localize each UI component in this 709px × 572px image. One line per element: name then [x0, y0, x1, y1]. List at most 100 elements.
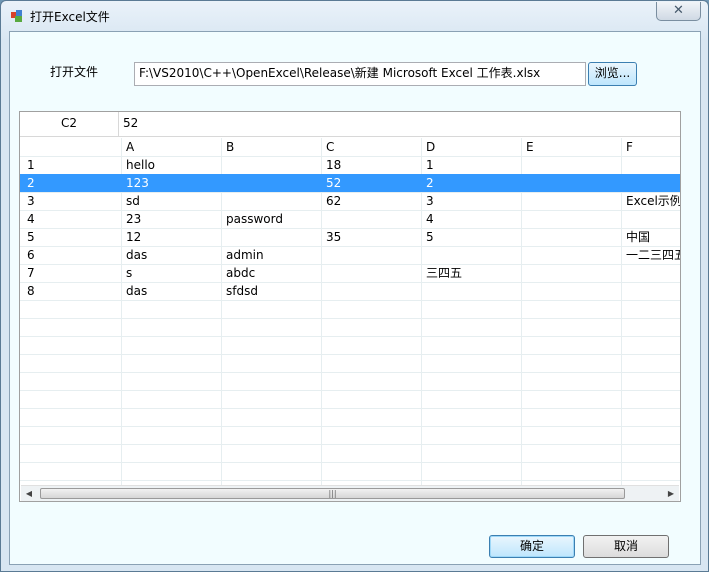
grid-cell[interactable] — [220, 156, 320, 174]
row-divider — [20, 372, 680, 373]
grid-cell[interactable]: hello — [120, 156, 220, 174]
table-row[interactable]: 8 das sfdsd — [20, 282, 680, 300]
open-file-label: 打开文件 — [50, 65, 99, 79]
grid-cell[interactable]: das — [120, 282, 220, 300]
grid-cell[interactable]: 1 — [21, 156, 121, 174]
grid-cell[interactable] — [620, 210, 680, 228]
row-divider — [20, 336, 680, 337]
grid-cell[interactable] — [420, 246, 520, 264]
grid-cell[interactable]: 52 — [320, 174, 420, 192]
browse-button[interactable]: 浏览... — [588, 62, 637, 86]
grid-cell[interactable] — [520, 282, 620, 300]
excel-grid[interactable]: C2 52 A B C D E F 1 hello 18 1 2 123 52 2 3 sd 62 3 Excel示… — [19, 111, 681, 502]
grid-cell[interactable] — [520, 174, 620, 192]
grid-cell[interactable] — [520, 192, 620, 210]
table-row[interactable]: 3 sd 62 3 Excel示例 — [20, 192, 680, 210]
excel-app-icon — [11, 10, 22, 22]
grid-cell[interactable]: 5 — [21, 228, 121, 246]
scroll-right-arrow-icon[interactable]: ▶ — [663, 486, 679, 501]
column-header[interactable]: A — [120, 138, 220, 156]
grid-cell[interactable]: 中国 — [620, 228, 680, 246]
grid-cell[interactable] — [220, 174, 320, 192]
column-header[interactable]: D — [420, 138, 520, 156]
grid-cell[interactable]: das — [120, 246, 220, 264]
ok-button[interactable]: 确定 — [489, 535, 575, 558]
grid-cell[interactable]: 4 — [420, 210, 520, 228]
grid-cell[interactable] — [420, 282, 520, 300]
title-bar[interactable]: 打开Excel文件 ✕ — [1, 1, 708, 31]
grid-cell[interactable] — [620, 174, 680, 192]
grid-cell[interactable]: s — [120, 264, 220, 282]
row-divider — [20, 318, 680, 319]
grid-cell[interactable]: 12 — [120, 228, 220, 246]
grid-cell[interactable]: admin — [220, 246, 320, 264]
horizontal-scrollbar[interactable]: ◀ ||| ▶ — [21, 485, 679, 501]
grid-cell[interactable]: 5 — [420, 228, 520, 246]
scroll-thumb[interactable]: ||| — [40, 488, 625, 499]
grid-cell[interactable]: 35 — [320, 228, 420, 246]
grid-cell[interactable]: sfdsd — [220, 282, 320, 300]
grid-cell[interactable]: 6 — [21, 246, 121, 264]
table-row[interactable]: 5 12 35 5 中国 — [20, 228, 680, 246]
column-header[interactable]: E — [520, 138, 620, 156]
grid-cell[interactable]: password — [220, 210, 320, 228]
grid-cell[interactable]: 2 — [420, 174, 520, 192]
grid-cell[interactable]: 1 — [420, 156, 520, 174]
column-header[interactable] — [21, 138, 121, 156]
column-header[interactable]: B — [220, 138, 320, 156]
grid-cell[interactable] — [620, 282, 680, 300]
grid-cell[interactable] — [320, 246, 420, 264]
row-divider — [20, 390, 680, 391]
grid-cell[interactable] — [620, 264, 680, 282]
close-button[interactable]: ✕ — [656, 2, 701, 21]
grid-cell[interactable] — [320, 282, 420, 300]
cancel-button[interactable]: 取消 — [583, 535, 669, 558]
table-row[interactable]: 1 hello 18 1 — [20, 156, 680, 174]
row-divider — [20, 300, 680, 301]
grid-cell[interactable]: abdc — [220, 264, 320, 282]
grid-cell[interactable] — [620, 156, 680, 174]
scroll-grip-icon: ||| — [328, 489, 337, 498]
grid-cell[interactable]: 一二三四五 — [620, 246, 680, 264]
column-header[interactable]: F — [620, 138, 680, 156]
grid-cell[interactable]: sd — [120, 192, 220, 210]
table-row[interactable]: 4 23 password 4 — [20, 210, 680, 228]
grid-cell[interactable]: 4 — [21, 210, 121, 228]
header-row[interactable]: ABCDEF — [20, 138, 680, 156]
row-divider — [20, 408, 680, 409]
grid-cell[interactable]: 2 — [21, 174, 121, 192]
file-path-input[interactable]: F:\VS2010\C++\OpenExcel\Release\新建 Micro… — [134, 62, 586, 86]
window-title: 打开Excel文件 — [30, 10, 110, 24]
grid-cell[interactable] — [320, 210, 420, 228]
grid-cell[interactable]: 3 — [420, 192, 520, 210]
grid-cell[interactable] — [220, 192, 320, 210]
sheet-area[interactable]: A B C D E F 1 hello 18 1 2 123 52 2 3 sd 62 3 Excel示例 4 23 pa… — [20, 138, 680, 485]
grid-cell[interactable]: 3 — [21, 192, 121, 210]
grid-cell[interactable] — [520, 228, 620, 246]
column-header[interactable]: C — [320, 138, 420, 156]
row-divider — [20, 480, 680, 481]
grid-cell[interactable]: 18 — [320, 156, 420, 174]
cell-info-bar: C2 52 — [20, 112, 680, 137]
grid-cell[interactable]: 23 — [120, 210, 220, 228]
table-row[interactable]: 7 s abdc 三四五 — [20, 264, 680, 282]
grid-cell[interactable] — [520, 210, 620, 228]
grid-cell[interactable] — [220, 228, 320, 246]
table-row[interactable]: 2 123 52 2 — [20, 174, 680, 192]
table-row[interactable]: 6dasadmin 一二三四五 — [20, 246, 680, 264]
row-divider — [20, 444, 680, 445]
grid-cell[interactable]: 8 — [21, 282, 121, 300]
grid-cell[interactable] — [520, 246, 620, 264]
grid-cell[interactable]: 62 — [320, 192, 420, 210]
grid-cell[interactable] — [520, 156, 620, 174]
scroll-left-arrow-icon[interactable]: ◀ — [21, 486, 37, 501]
grid-cell[interactable]: Excel示例 — [620, 192, 680, 210]
cell-value: 52 — [123, 116, 139, 130]
grid-cell[interactable]: 三四五 — [420, 264, 520, 282]
grid-cell[interactable] — [320, 264, 420, 282]
grid-cell[interactable]: 7 — [21, 264, 121, 282]
row-divider — [20, 354, 680, 355]
close-icon: ✕ — [673, 3, 684, 18]
grid-cell[interactable]: 123 — [120, 174, 220, 192]
grid-cell[interactable] — [520, 264, 620, 282]
